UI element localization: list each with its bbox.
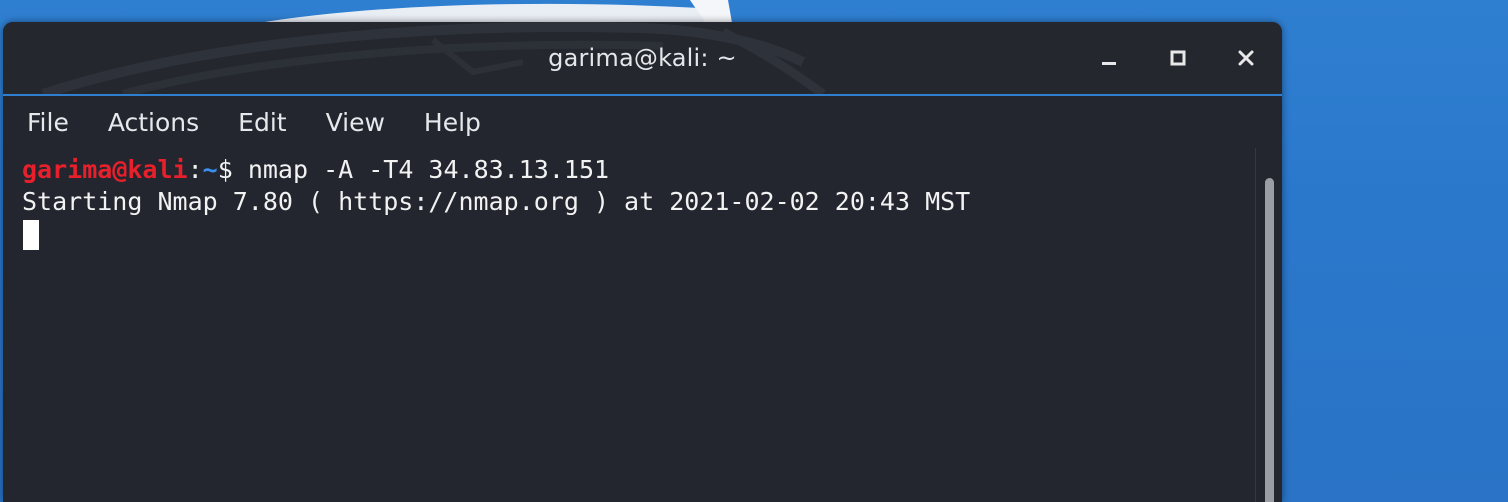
close-icon bbox=[1238, 50, 1254, 66]
minimize-icon bbox=[1102, 62, 1116, 65]
prompt-path: ~ bbox=[202, 155, 218, 184]
terminal-window: garima@kali: ~ File Actions Edit View He… bbox=[3, 22, 1282, 502]
menu-edit[interactable]: Edit bbox=[238, 108, 286, 137]
menu-view[interactable]: View bbox=[326, 108, 385, 137]
terminal-output[interactable]: garima@kali:~$ nmap -A -T4 34.83.13.151 … bbox=[3, 148, 1282, 502]
prompt-user: garima@kali bbox=[22, 155, 188, 184]
prompt-separator: : bbox=[187, 155, 203, 184]
menu-actions[interactable]: Actions bbox=[108, 108, 199, 137]
output-line: Starting Nmap 7.80 ( https://nmap.org ) … bbox=[22, 187, 971, 216]
maximize-icon bbox=[1170, 50, 1186, 66]
command-line: garima@kali:~$ nmap -A -T4 34.83.13.151 bbox=[22, 154, 609, 186]
scrollbar[interactable] bbox=[1255, 148, 1282, 502]
window-titlebar[interactable]: garima@kali: ~ bbox=[3, 22, 1282, 96]
prompt-symbol: $ bbox=[217, 155, 248, 184]
text-cursor bbox=[23, 220, 39, 250]
menu-file[interactable]: File bbox=[27, 108, 69, 137]
scrollbar-thumb[interactable] bbox=[1265, 178, 1274, 502]
command-text: nmap -A -T4 34.83.13.151 bbox=[247, 155, 610, 184]
close-button[interactable] bbox=[1226, 40, 1266, 76]
maximize-button[interactable] bbox=[1158, 40, 1198, 76]
menu-help[interactable]: Help bbox=[424, 108, 481, 137]
menu-bar: File Actions Edit View Help bbox=[3, 96, 1282, 148]
minimize-button[interactable] bbox=[1089, 40, 1129, 76]
